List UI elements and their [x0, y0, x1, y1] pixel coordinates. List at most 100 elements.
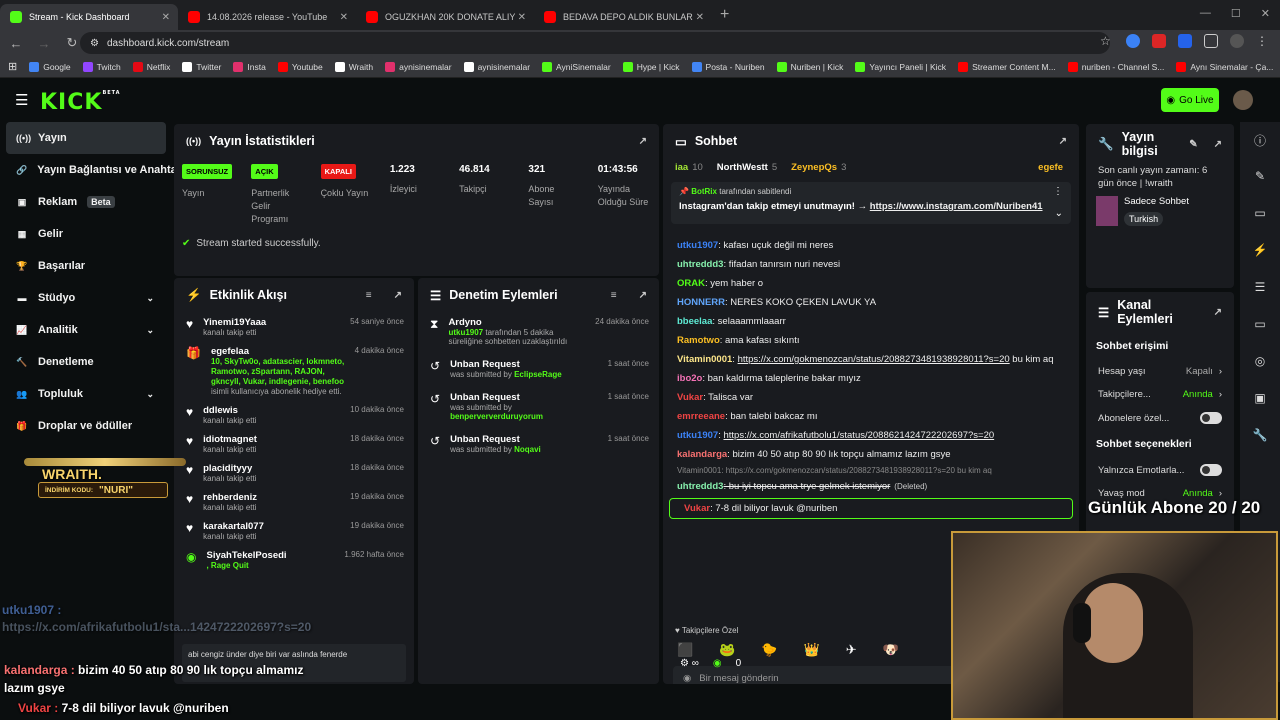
- sidebar-item[interactable]: 🔨 Denetleme: [0, 346, 172, 378]
- close-icon[interactable]: ✕: [340, 12, 348, 23]
- moderation-title[interactable]: Unban Request: [450, 392, 598, 403]
- sidebar-item[interactable]: ▣ Reklam Beta: [0, 186, 172, 218]
- popout-icon[interactable]: ↗: [639, 290, 647, 301]
- broadcast-icon[interactable]: ◎: [1250, 354, 1270, 374]
- bookmark-item[interactable]: aynisinemalar: [385, 61, 452, 72]
- activity-user[interactable]: placidityyy: [203, 463, 256, 474]
- bookmark-item[interactable]: Yayıncı Paneli | Kick: [855, 61, 946, 72]
- bookmark-item[interactable]: AyniSinemalar: [542, 61, 611, 72]
- lightning-icon[interactable]: ⚡: [1250, 243, 1270, 263]
- bookmark-item[interactable]: aynisinemalar: [463, 61, 530, 72]
- top-gifter[interactable]: iaa 10: [675, 162, 703, 173]
- chevron-down-icon[interactable]: ⌄: [146, 325, 154, 336]
- activity-user[interactable]: rehberdeniz: [203, 492, 257, 503]
- channel-setting-row[interactable]: Yalnızca Emotlarla...: [1086, 458, 1234, 482]
- category-name[interactable]: Sadece Sohbet: [1124, 196, 1189, 207]
- hamburger-icon[interactable]: ☰: [15, 91, 28, 109]
- emote-icon[interactable]: ⬛: [677, 642, 693, 658]
- submitter-name[interactable]: EclipseRage: [514, 370, 562, 379]
- chat-username[interactable]: HONNERR: [677, 297, 725, 308]
- emote-icon[interactable]: 🐤: [761, 642, 777, 658]
- settings-icon[interactable]: ⚙ ∞: [680, 658, 699, 669]
- emote-icon[interactable]: 👑: [804, 642, 820, 658]
- chat-username[interactable]: Vukar: [677, 392, 703, 403]
- bookmark-item[interactable]: Wraith: [334, 61, 373, 72]
- submitter-name[interactable]: Noqavi: [514, 445, 541, 454]
- popout-icon[interactable]: ↗: [1214, 307, 1222, 318]
- save-icon[interactable]: ▣: [1250, 391, 1270, 411]
- window-control-icon[interactable]: —: [1200, 7, 1211, 20]
- filter-icon[interactable]: ≡: [611, 290, 617, 301]
- bookmark-item[interactable]: Youtube: [277, 61, 323, 72]
- chat-username[interactable]: utku1907: [677, 240, 718, 251]
- popout-icon[interactable]: ↗: [394, 290, 402, 301]
- chat-username[interactable]: bbeelaa: [677, 316, 712, 327]
- chat-username[interactable]: kalandarga: [677, 449, 727, 460]
- bookmark-item[interactable]: nuriben - Channel S...: [1067, 61, 1164, 72]
- go-live-button[interactable]: ◉ Go Live: [1161, 88, 1219, 112]
- sidebar-item[interactable]: ▦ Gelir: [0, 218, 172, 250]
- window-control-icon[interactable]: ☐: [1231, 7, 1241, 20]
- toggle-switch[interactable]: [1200, 464, 1222, 476]
- activity-user[interactable]: egefelaa: [211, 346, 345, 357]
- window-control-icon[interactable]: ✕: [1261, 7, 1270, 20]
- bookmark-item[interactable]: Aynı Sinemalar - Ça...: [1176, 61, 1273, 72]
- moderator-name[interactable]: utku1907: [448, 328, 483, 337]
- sidebar-item[interactable]: 📈 Analitik ⌄: [0, 314, 172, 346]
- browser-tab[interactable]: BEDAVA DEPO ALDIK BUNLAR ✕: [534, 4, 712, 30]
- channel-setting-row[interactable]: Hesap yaşı Kapalı ›: [1086, 360, 1234, 383]
- new-tab-icon[interactable]: +: [720, 6, 729, 24]
- sidebar-item[interactable]: 👥 Topluluk ⌄: [0, 378, 172, 410]
- tag-badge[interactable]: Turkish: [1124, 212, 1164, 226]
- extension-icon[interactable]: [1126, 34, 1140, 48]
- browser-tab[interactable]: 14.08.2026 release - YouTube ✕: [178, 4, 356, 30]
- chat-username[interactable]: uhtreddd3: [677, 259, 723, 270]
- puzzle-icon[interactable]: [1204, 34, 1218, 48]
- close-icon[interactable]: ✕: [162, 12, 170, 23]
- popout-icon[interactable]: ↗: [639, 136, 647, 147]
- extension-icon[interactable]: [1178, 34, 1192, 48]
- top-gifter[interactable]: ZeynepQs 3: [791, 162, 846, 173]
- chat-username[interactable]: ibo2o: [677, 373, 702, 384]
- site-info-icon[interactable]: ⚙: [90, 38, 99, 49]
- popout-icon[interactable]: ↗: [1059, 136, 1067, 147]
- activity-user[interactable]: ddlewis: [203, 405, 256, 416]
- bookmark-item[interactable]: Hype | Kick: [622, 61, 680, 72]
- bookmark-item[interactable]: Nuriben | Kick: [776, 61, 843, 72]
- popout-icon[interactable]: ↗: [1214, 139, 1222, 150]
- browser-tab[interactable]: Stream - Kick Dashboard ✕: [0, 4, 178, 30]
- moderation-title[interactable]: Unban Request: [450, 434, 598, 445]
- menu-icon[interactable]: ⋮: [1256, 34, 1270, 48]
- kick-logo[interactable]: KICKBETA: [40, 90, 121, 115]
- star-icon[interactable]: ☆: [1100, 34, 1114, 48]
- url-field[interactable]: ⚙ dashboard.kick.com/stream: [80, 32, 1110, 54]
- filter-icon[interactable]: ≡: [366, 290, 372, 301]
- extension-icon[interactable]: [1152, 34, 1166, 48]
- wrench-icon[interactable]: 🔧: [1250, 428, 1270, 448]
- channel-setting-row[interactable]: Takipçilere... Anında ›: [1086, 383, 1234, 406]
- more-icon[interactable]: ⋮: [1053, 186, 1063, 197]
- chat-username[interactable]: uhtreddd3: [677, 481, 723, 492]
- chat-icon[interactable]: ▭: [1250, 317, 1270, 337]
- chat-username[interactable]: Vitamin0001: [677, 354, 732, 365]
- chat-username[interactable]: Vukar: [684, 503, 710, 514]
- moderation-title[interactable]: Ardyno: [448, 317, 585, 328]
- sidebar-item[interactable]: ▬ Stüdyo ⌄: [0, 282, 172, 314]
- chat-username[interactable]: Ramotwo: [677, 335, 720, 346]
- bookmark-item[interactable]: Insta: [233, 61, 266, 72]
- chat-link[interactable]: https://x.com/gokmenozcan/status/2088273…: [738, 354, 1010, 365]
- bookmark-item[interactable]: Netflix: [132, 61, 170, 72]
- activity-user[interactable]: Yinemi19Yaaa: [203, 317, 266, 328]
- forward-icon[interactable]: →: [32, 36, 56, 51]
- chat-username[interactable]: utku1907: [677, 430, 718, 441]
- chat-username[interactable]: emrreeane: [677, 411, 725, 422]
- profile-icon[interactable]: [1230, 34, 1244, 48]
- bookmark-item[interactable]: Streamer Content M...: [958, 61, 1056, 72]
- bookmark-item[interactable]: Posta - Nuriben: [691, 61, 765, 72]
- apps-icon[interactable]: ⊞: [8, 60, 17, 73]
- emote-icon[interactable]: 🐶: [883, 642, 899, 658]
- top-gifter[interactable]: egefe: [1038, 162, 1067, 173]
- emoji-icon[interactable]: ◉: [683, 673, 691, 684]
- close-icon[interactable]: ✕: [518, 12, 526, 23]
- emote-icon[interactable]: ✈: [846, 642, 857, 658]
